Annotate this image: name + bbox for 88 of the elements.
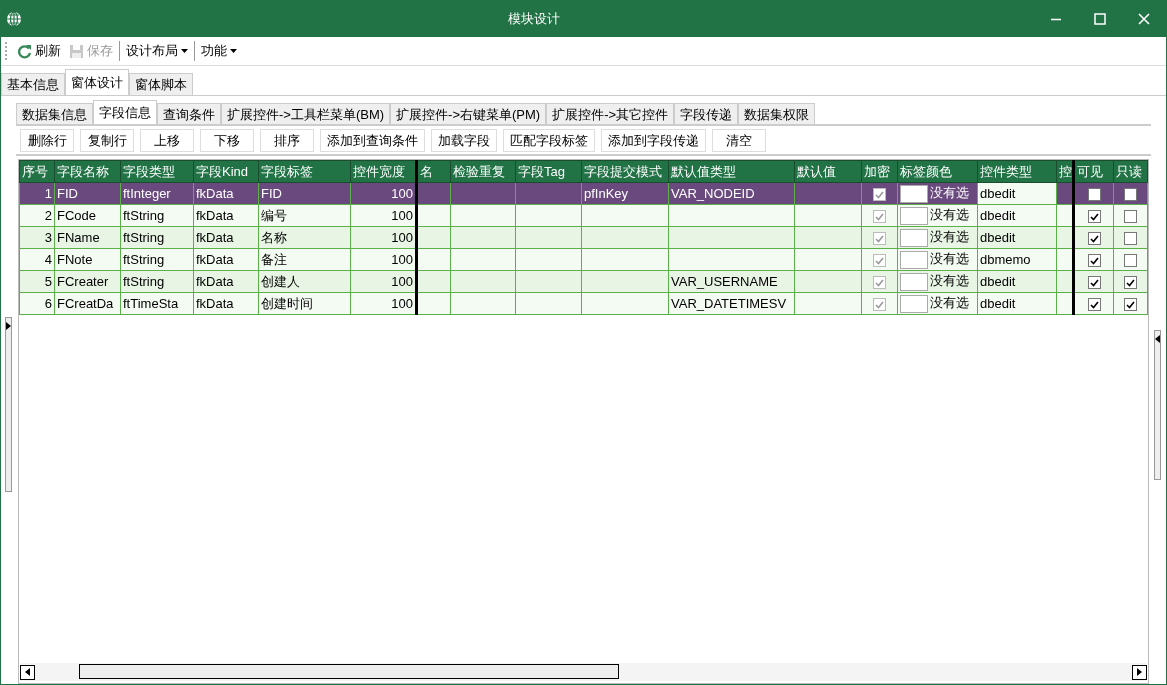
checkbox[interactable]: [1087, 232, 1101, 246]
column-header[interactable]: 字段标签: [258, 160, 351, 183]
scroll-left-button[interactable]: [20, 664, 35, 680]
color-swatch[interactable]: [900, 228, 928, 247]
tab[interactable]: 窗体设计: [65, 69, 129, 95]
column-header[interactable]: 字段Tag: [515, 160, 582, 183]
column-header[interactable]: 默认值类型: [668, 160, 795, 183]
column-header[interactable]: 加密: [861, 160, 898, 183]
action-button[interactable]: 复制行: [80, 129, 134, 152]
table-cell: 没有选: [930, 185, 969, 201]
checkbox[interactable]: [1087, 298, 1101, 312]
checkbox[interactable]: [1124, 210, 1137, 224]
action-button[interactable]: 上移: [140, 129, 194, 152]
column-header[interactable]: 字段名称: [54, 160, 121, 183]
tab[interactable]: 数据集权限: [738, 103, 816, 125]
left-arrow-icon: [1155, 334, 1160, 343]
toolbar-button[interactable]: 功能: [197, 39, 241, 63]
caret-icon: [230, 49, 237, 53]
checkbox[interactable]: [1124, 232, 1137, 246]
table-cell: 6: [19, 292, 55, 315]
tab[interactable]: 扩展控件->其它控件: [546, 103, 675, 125]
scroll-right-button[interactable]: [1132, 664, 1147, 680]
action-button[interactable]: 加载字段: [431, 129, 497, 152]
action-button[interactable]: 下移: [200, 129, 254, 152]
action-button[interactable]: 添加到查询条件: [320, 129, 425, 152]
column-header[interactable]: 只读: [1113, 160, 1148, 183]
column-header[interactable]: 可见: [1073, 160, 1114, 183]
table-cell: 没有选: [930, 229, 969, 245]
splitter-handle[interactable]: [1154, 329, 1161, 480]
table-cell: 没有选: [930, 207, 969, 223]
toolbar-button[interactable]: 刷新: [13, 39, 65, 63]
checkbox[interactable]: [1087, 210, 1101, 224]
toolbar-button[interactable]: 设计布局: [122, 39, 192, 63]
splitter-handle[interactable]: [5, 317, 12, 492]
color-swatch[interactable]: [900, 206, 928, 225]
action-button[interactable]: 清空: [712, 129, 766, 152]
color-swatch[interactable]: [900, 294, 928, 313]
table-cell: 1: [19, 182, 55, 205]
tab[interactable]: 字段传递: [674, 103, 739, 125]
tab[interactable]: 窗体脚本: [129, 73, 193, 95]
color-swatch[interactable]: [900, 184, 928, 203]
checkbox[interactable]: [1124, 254, 1137, 268]
close-icon: [1138, 12, 1150, 25]
table-cell: 没有选: [930, 273, 969, 289]
table-cell: 没有选: [930, 251, 969, 267]
color-swatch[interactable]: [900, 250, 928, 269]
horizontal-scrollbar[interactable]: [20, 663, 1147, 681]
checkbox[interactable]: [1087, 276, 1101, 290]
column-header[interactable]: 控件宽度: [350, 160, 417, 183]
action-button[interactable]: 删除行: [20, 129, 74, 152]
tab[interactable]: 查询条件: [157, 103, 221, 125]
table-cell: 2: [19, 204, 55, 227]
column-header[interactable]: 检验重复: [450, 160, 516, 183]
column-header[interactable]: 字段提交模式: [581, 160, 669, 183]
right-arrow-icon: [1137, 668, 1142, 676]
tab[interactable]: 基本信息: [1, 73, 65, 95]
globe-icon: [6, 10, 22, 27]
table-cell: 没有选: [930, 295, 969, 311]
action-button[interactable]: 添加到字段传递: [601, 129, 706, 152]
refresh-icon: [17, 43, 32, 59]
table-cell: 4: [19, 248, 55, 271]
right-arrow-icon: [6, 322, 11, 330]
window-title: 模块设计: [507, 9, 561, 28]
left-arrow-icon: [25, 668, 30, 676]
column-header[interactable]: 序号: [19, 160, 55, 183]
table-cell: 3: [19, 226, 55, 249]
tab[interactable]: 扩展控件->右键菜单(PM): [390, 103, 547, 125]
scrollbar-thumb[interactable]: [79, 664, 619, 679]
table-cell: 5: [19, 270, 55, 293]
checkbox[interactable]: [1124, 298, 1137, 312]
tab[interactable]: 数据集信息: [16, 103, 93, 125]
caret-icon: [181, 49, 188, 53]
column-header[interactable]: 字段类型: [120, 160, 194, 183]
checkbox[interactable]: [1087, 188, 1101, 202]
checkbox[interactable]: [1087, 254, 1101, 268]
column-header[interactable]: 标签颜色: [897, 160, 978, 183]
tab[interactable]: 字段信息: [93, 100, 157, 125]
column-header[interactable]: 名: [416, 160, 451, 183]
column-header[interactable]: 字段Kind: [193, 160, 259, 183]
action-button[interactable]: 匹配字段标签: [503, 129, 595, 152]
tab[interactable]: 扩展控件->工具栏菜单(BM): [221, 103, 391, 125]
color-swatch[interactable]: [900, 272, 928, 291]
checkbox[interactable]: [1124, 188, 1137, 202]
column-header[interactable]: 控件类型: [977, 160, 1057, 183]
checkbox[interactable]: [1124, 276, 1137, 290]
action-button[interactable]: 排序: [260, 129, 314, 152]
maximize-icon: [1094, 12, 1106, 25]
column-header[interactable]: 默认值: [794, 160, 862, 183]
